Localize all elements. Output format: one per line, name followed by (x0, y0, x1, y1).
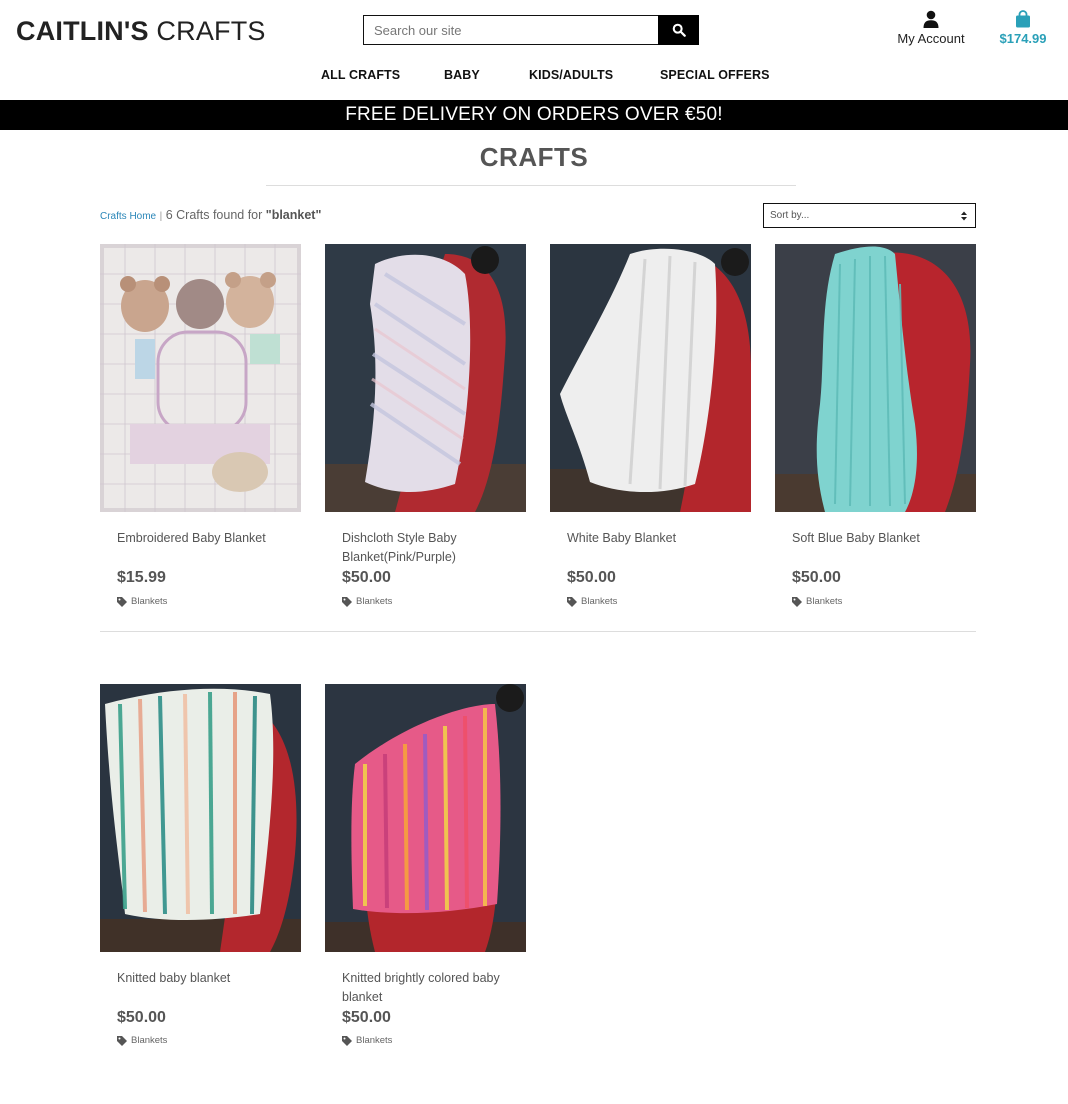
shopping-bag-icon (1016, 10, 1030, 28)
search-form (363, 15, 699, 45)
main-nav: ALL CRAFTS BABY KIDS/ADULTS SPECIAL OFFE… (0, 68, 1068, 88)
breadcrumb: Crafts Home | 6 Crafts found for "blanke… (100, 208, 321, 222)
nav-special-offers[interactable]: SPECIAL OFFERS (660, 68, 770, 82)
product-category-link[interactable]: Blankets (117, 1035, 167, 1046)
site-logo[interactable]: CAITLIN'S CRAFTS (16, 14, 266, 48)
nav-kids-adults[interactable]: KIDS/ADULTS (529, 68, 613, 82)
product-price: $50.00 (342, 1009, 391, 1026)
product-card: Embroidered Baby Blanket $15.99 Blankets (100, 244, 301, 607)
product-price: $50.00 (792, 569, 841, 586)
page-title: CRAFTS (479, 142, 589, 172)
product-price: $50.00 (342, 569, 391, 586)
product-image (550, 244, 751, 512)
product-name[interactable]: Knitted brightly colored baby blanket (342, 969, 517, 1007)
delivery-banner: FREE DELIVERY ON ORDERS OVER €50! (0, 100, 1068, 130)
nav-baby[interactable]: BABY (444, 68, 480, 82)
results-query: "blanket" (265, 208, 322, 222)
product-name[interactable]: Soft Blue Baby Blanket (792, 529, 967, 548)
product-card: White Baby Blanket $50.00 Blankets (550, 244, 751, 607)
product-category-link[interactable]: Blankets (342, 596, 392, 607)
select-arrows-icon (961, 211, 967, 221)
bag-total: $174.99 (999, 31, 1047, 46)
results-count: 6 Crafts found for (165, 208, 263, 222)
product-name[interactable]: White Baby Blanket (567, 529, 742, 548)
product-category: Blankets (356, 596, 393, 607)
breadcrumb-separator: | (159, 211, 163, 222)
user-icon (923, 10, 939, 28)
product-price: $50.00 (117, 1009, 166, 1026)
product-name[interactable]: Embroidered Baby Blanket (117, 529, 292, 548)
tag-icon (792, 596, 802, 607)
tag-icon (117, 1035, 127, 1046)
sort-select-label: Sort by... (770, 210, 810, 221)
product-category: Blankets (356, 1035, 393, 1046)
product-category: Blankets (131, 596, 168, 607)
product-category: Blankets (131, 1035, 168, 1046)
product-image-link[interactable] (325, 244, 526, 512)
my-account-label: My Account (897, 31, 965, 46)
product-image-link[interactable] (550, 244, 751, 512)
logo-bold-text: CAITLIN'S (16, 16, 149, 46)
search-button[interactable] (658, 15, 699, 45)
product-category: Blankets (581, 596, 618, 607)
search-icon (672, 23, 686, 37)
product-image (100, 684, 301, 952)
product-image (325, 244, 526, 512)
tag-icon (342, 596, 352, 607)
site-header: CAITLIN'S CRAFTS My Account $174.99 ALL … (0, 0, 1068, 100)
product-name[interactable]: Dishcloth Style Baby Blanket(Pink/Purple… (342, 529, 517, 567)
title-divider (266, 185, 796, 186)
tag-icon (117, 596, 127, 607)
product-name[interactable]: Knitted baby blanket (117, 969, 292, 988)
product-category-link[interactable]: Blankets (342, 1035, 392, 1046)
product-image-link[interactable] (325, 684, 526, 952)
product-card: Knitted brightly colored baby blanket $5… (325, 684, 526, 1046)
product-image-link[interactable] (100, 244, 301, 512)
tag-icon (342, 1035, 352, 1046)
product-image (775, 244, 976, 512)
product-image (100, 244, 301, 512)
sort-select[interactable]: Sort by... (763, 203, 976, 228)
product-card: Soft Blue Baby Blanket $50.00 Blankets (775, 244, 976, 607)
row-divider (100, 631, 976, 632)
product-card: Dishcloth Style Baby Blanket(Pink/Purple… (325, 244, 526, 607)
search-input[interactable] (363, 15, 658, 45)
nav-all-crafts[interactable]: ALL CRAFTS (321, 68, 400, 82)
product-image-link[interactable] (100, 684, 301, 952)
product-category-link[interactable]: Blankets (567, 596, 617, 607)
shopping-bag-link[interactable]: $174.99 (994, 10, 1052, 46)
logo-light-text: CRAFTS (156, 16, 266, 46)
my-account-link[interactable]: My Account (893, 10, 969, 46)
product-category-link[interactable]: Blankets (117, 596, 167, 607)
product-price: $15.99 (117, 569, 166, 586)
tag-icon (567, 596, 577, 607)
product-image (325, 684, 526, 952)
product-price: $50.00 (567, 569, 616, 586)
breadcrumb-home-link[interactable]: Crafts Home (100, 211, 156, 222)
product-category: Blankets (806, 596, 843, 607)
product-image-link[interactable] (775, 244, 976, 512)
product-card: Knitted baby blanket $50.00 Blankets (100, 684, 301, 1046)
product-category-link[interactable]: Blankets (792, 596, 842, 607)
